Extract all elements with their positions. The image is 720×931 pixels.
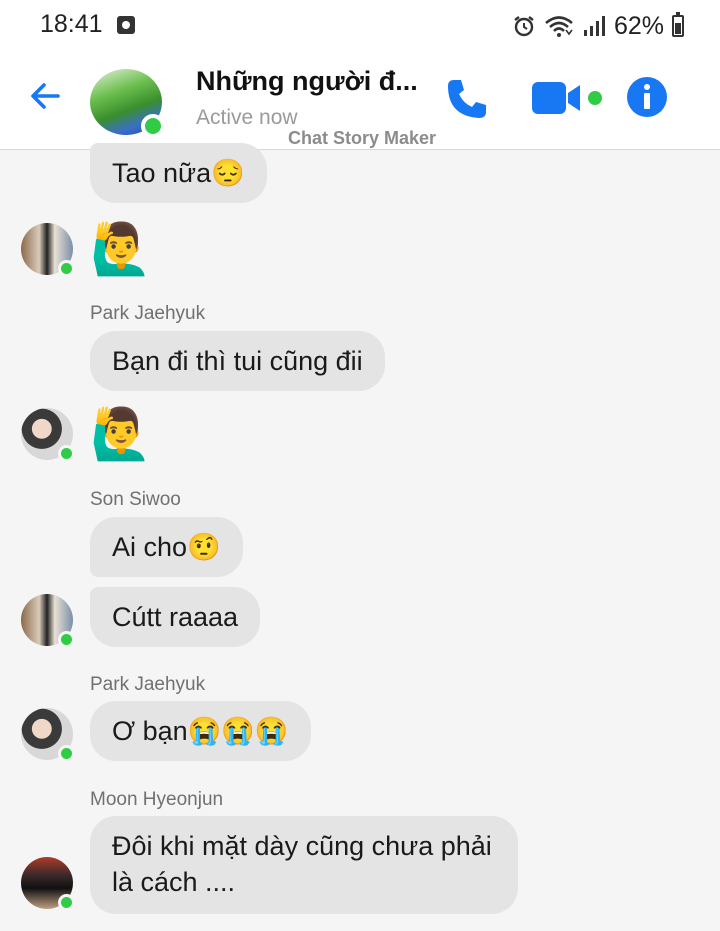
message-bubble-multiline[interactable]: Đôi khi mặt dày cũng chưa phải là cách .…	[90, 816, 518, 914]
emoji-message[interactable]: 🙋‍♂️	[90, 219, 152, 279]
message-list[interactable]: Tao nữa😔 🙋‍♂️ Park Jaehyuk Bạn đi thì tu…	[0, 143, 720, 931]
battery-icon	[672, 12, 684, 37]
battery-percentage: 62%	[613, 11, 664, 40]
message-bubble[interactable]: Tao nữa😔	[90, 143, 267, 203]
info-icon[interactable]	[626, 76, 668, 118]
sender-name: Park Jaehyuk	[90, 303, 206, 324]
status-icons: 62%	[512, 10, 684, 42]
message-bubble[interactable]: Ơ bạn😭😭😭	[90, 701, 311, 761]
message-bubble[interactable]: Ai cho🤨	[90, 517, 243, 577]
alarm-icon	[514, 16, 534, 37]
message-line: Đôi khi mặt dày cũng chưa phải	[112, 831, 492, 861]
status-time: 18:41	[40, 10, 103, 38]
notification-icon	[117, 16, 135, 34]
phone-call-icon[interactable]	[444, 76, 490, 122]
message-line: là cách ....	[112, 867, 236, 897]
sender-name: Moon Hyeonjun	[90, 789, 224, 810]
chat-header: Những người đ... Active now Chat Story M…	[0, 52, 720, 150]
watermark: Chat Story Maker	[288, 128, 437, 148]
online-indicator	[58, 631, 75, 648]
status-bar: 18:41 62%	[0, 0, 720, 52]
sender-avatar[interactable]	[21, 594, 75, 648]
sender-avatar[interactable]	[21, 708, 75, 762]
online-indicator	[58, 260, 75, 277]
video-call-icon[interactable]	[532, 80, 604, 116]
online-indicator	[58, 745, 75, 762]
sender-name: Son Siwoo	[90, 489, 181, 510]
sender-avatar[interactable]	[21, 857, 75, 911]
sender-name: Park Jaehyuk	[90, 674, 206, 695]
online-indicator	[141, 114, 165, 138]
chat-title[interactable]: Những người đ...	[196, 66, 418, 97]
sender-avatar[interactable]	[21, 223, 75, 277]
wifi-icon	[545, 16, 573, 37]
online-indicator	[58, 445, 75, 462]
sender-avatar[interactable]	[21, 408, 75, 462]
back-arrow-icon[interactable]	[26, 76, 66, 116]
message-bubble[interactable]: Cútt raaaa	[90, 587, 261, 647]
online-indicator	[58, 894, 75, 911]
message-bubble[interactable]: Bạn đi thì tui cũng đii	[90, 331, 385, 391]
signal-icon	[583, 16, 605, 36]
emoji-message[interactable]: 🙋‍♂️	[90, 404, 152, 464]
active-status: Active now	[196, 106, 298, 129]
group-avatar[interactable]	[90, 69, 165, 138]
